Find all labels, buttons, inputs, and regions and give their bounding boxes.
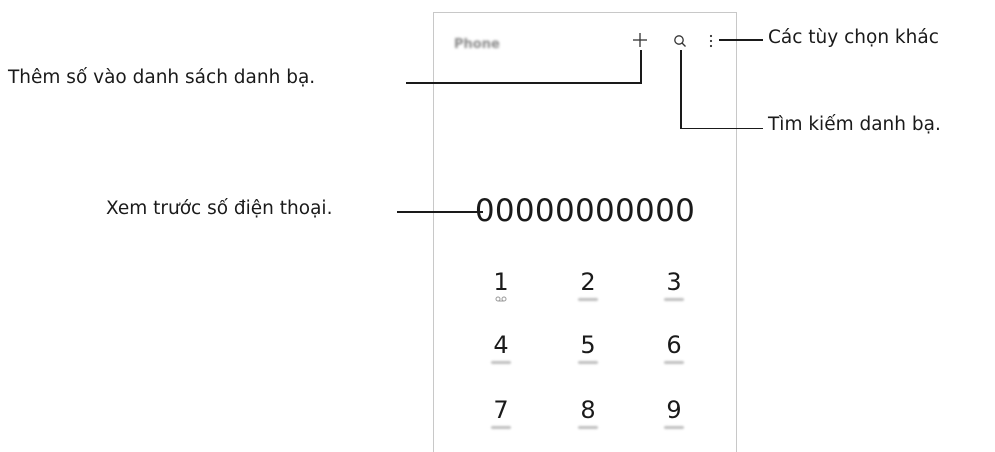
key-letters [664, 426, 684, 429]
key-digit: 7 [493, 396, 509, 424]
key-4[interactable]: 4 [471, 331, 531, 364]
key-9[interactable]: 9 [644, 396, 704, 429]
key-letters [578, 426, 598, 429]
key-letters [664, 361, 684, 364]
leader-line-number-preview [397, 211, 483, 213]
callout-number-preview: Xem trước số điện thoại. [106, 198, 333, 219]
key-digit: 1 [493, 268, 509, 296]
leader-line-search [680, 127, 763, 129]
voicemail-icon [495, 296, 507, 302]
callout-search-contacts: Tìm kiếm danh bạ. [768, 114, 941, 135]
key-digit: 4 [493, 331, 509, 359]
key-digit: 9 [666, 396, 682, 424]
leader-line-add-contact [406, 82, 641, 84]
leader-line-search-vertical [680, 50, 682, 129]
key-7[interactable]: 7 [471, 396, 531, 429]
plus-icon[interactable] [632, 32, 648, 48]
key-letters [578, 298, 598, 301]
key-digit: 2 [580, 268, 596, 296]
key-digit: 8 [580, 396, 596, 424]
more-vertical-icon[interactable] [708, 34, 714, 48]
callout-add-contact: Thêm số vào danh sách danh bạ. [8, 67, 316, 88]
key-letters [664, 298, 684, 301]
key-5[interactable]: 5 [558, 331, 618, 364]
key-6[interactable]: 6 [644, 331, 704, 364]
key-letters [578, 361, 598, 364]
key-letters [491, 426, 511, 429]
key-8[interactable]: 8 [558, 396, 618, 429]
search-icon[interactable] [673, 34, 687, 48]
key-letters [491, 361, 511, 364]
callout-more-options: Các tùy chọn khác [768, 27, 939, 48]
key-1[interactable]: 1 [471, 268, 531, 302]
key-digit: 5 [580, 331, 596, 359]
key-2[interactable]: 2 [558, 268, 618, 301]
phone-screen: Phone 00000000000 1 2 3 4 5 6 7 8 9 [433, 12, 737, 452]
leader-line-more-options [719, 39, 763, 41]
key-digit: 6 [666, 331, 682, 359]
key-3[interactable]: 3 [644, 268, 704, 301]
leader-line-add-contact-vertical [640, 50, 642, 84]
key-digit: 3 [666, 268, 682, 296]
app-title: Phone [454, 37, 500, 52]
